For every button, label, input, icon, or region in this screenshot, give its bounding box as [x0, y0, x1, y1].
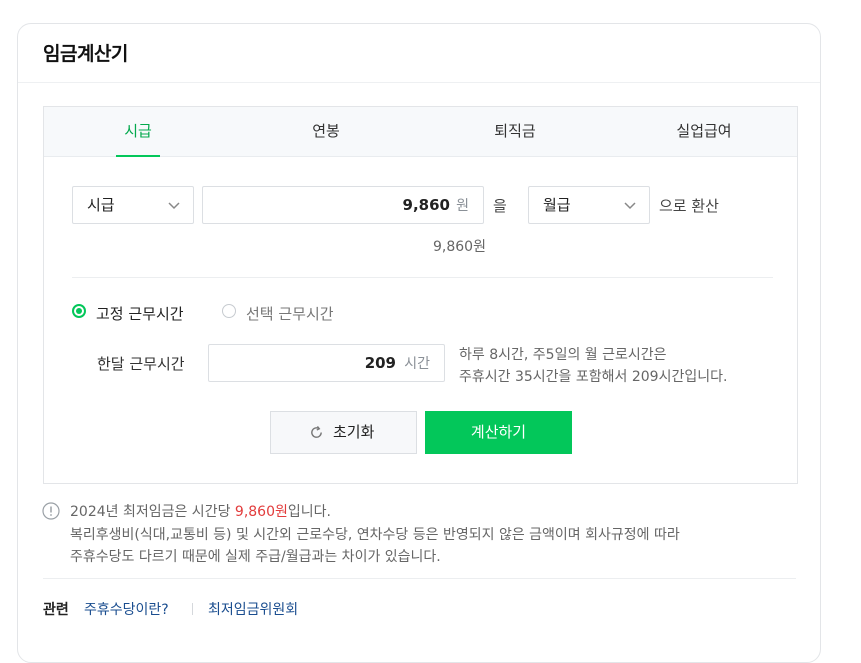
amount-input[interactable]: 9,860 원 [202, 186, 484, 224]
amount-unit: 원 [456, 198, 469, 214]
chevron-down-icon [624, 202, 636, 210]
calculator-panel: 시급 연봉 퇴직금 실업급여 시급 9,860 원 을 월급 으로 환산 9,8… [43, 106, 798, 484]
convert-suffix-text: 으로 환산 [659, 197, 719, 215]
radio-custom-hours[interactable]: 선택 근무시간 [222, 303, 352, 323]
to-unit-value: 월급 [543, 196, 571, 214]
notice-line-3: 주휴수당도 다르기 때문에 실제 주급/월급과는 차이가 있습니다. [70, 549, 441, 565]
hours-help-text: 하루 8시간, 주5일의 월 근로시간은 주휴시간 35시간을 포함해서 209… [459, 344, 727, 388]
tab-annual-salary[interactable]: 연봉 [232, 107, 420, 156]
title-divider [18, 82, 820, 83]
notice-line-1-prefix: 2024년 최저임금은 시간당 [70, 504, 235, 520]
radio-checked-icon [72, 304, 86, 318]
amount-value: 9,860 [402, 196, 450, 214]
tab-severance-label: 퇴직금 [494, 122, 536, 140]
calculate-button[interactable]: 계산하기 [425, 411, 572, 454]
tab-severance[interactable]: 퇴직금 [421, 107, 609, 156]
tab-unemployment[interactable]: 실업급여 [610, 107, 798, 156]
tab-unemployment-label: 실업급여 [676, 122, 732, 140]
link-weekly-holiday-pay[interactable]: 주휴수당이란? [84, 599, 169, 619]
to-unit-select[interactable]: 월급 [528, 186, 650, 224]
tab-hourly-label: 시급 [124, 122, 152, 140]
monthly-hours-unit: 시간 [404, 356, 430, 372]
notice-line-1-suffix: 입니다. [287, 504, 331, 520]
info-exclamation-icon [42, 502, 60, 520]
footer-divider [43, 578, 796, 579]
tab-annual-salary-label: 연봉 [312, 122, 340, 140]
reset-button[interactable]: 초기화 [270, 411, 417, 454]
link-separator [192, 603, 193, 615]
wage-calculator-card: 임금계산기 시급 연봉 퇴직금 실업급여 시급 9,860 원 을 월급 으로 … [17, 23, 821, 663]
from-unit-value: 시급 [87, 196, 115, 214]
hours-help-line-1: 하루 8시간, 주5일의 월 근로시간은 [459, 347, 667, 363]
monthly-hours-label: 한달 근무시간 [97, 355, 185, 373]
chevron-down-icon [168, 202, 180, 210]
related-label: 관련 [43, 602, 69, 618]
radio-custom-hours-label: 선택 근무시간 [246, 305, 334, 323]
radio-fixed-hours[interactable]: 고정 근무시간 [72, 303, 202, 323]
refresh-icon [311, 425, 322, 438]
minimum-wage-highlight: 9,860원 [234, 504, 288, 520]
reset-button-label: 초기화 [333, 423, 375, 441]
notice-line-1: 2024년 최저임금은 시간당 9,860원입니다. [70, 501, 680, 524]
tab-hourly[interactable]: 시급 [44, 107, 232, 157]
monthly-hours-input[interactable]: 209 시간 [208, 344, 445, 382]
hours-help-line-2: 주휴시간 35시간을 포함해서 209시간입니다. [459, 369, 728, 385]
link-minimum-wage-commission[interactable]: 최저임금위원회 [208, 599, 298, 619]
particle-text: 을 [493, 197, 507, 215]
active-tab-indicator [116, 155, 160, 157]
radio-fixed-hours-label: 고정 근무시간 [96, 305, 184, 323]
radio-unchecked-icon [222, 304, 236, 318]
minimum-wage-notice: 2024년 최저임금은 시간당 9,860원입니다. 복리후생비(식대,교통비 … [70, 501, 680, 569]
section-divider [72, 277, 773, 278]
card-title: 임금계산기 [43, 43, 128, 65]
from-unit-select[interactable]: 시급 [72, 186, 194, 224]
tab-bar: 시급 연봉 퇴직금 실업급여 [44, 107, 797, 157]
notice-line-2: 복리후생비(식대,교통비 등) 및 시간외 근로수당, 연차수당 등은 반영되지… [70, 526, 680, 543]
monthly-hours-value: 209 [364, 354, 396, 372]
converted-amount: 9,860원 [433, 239, 486, 255]
